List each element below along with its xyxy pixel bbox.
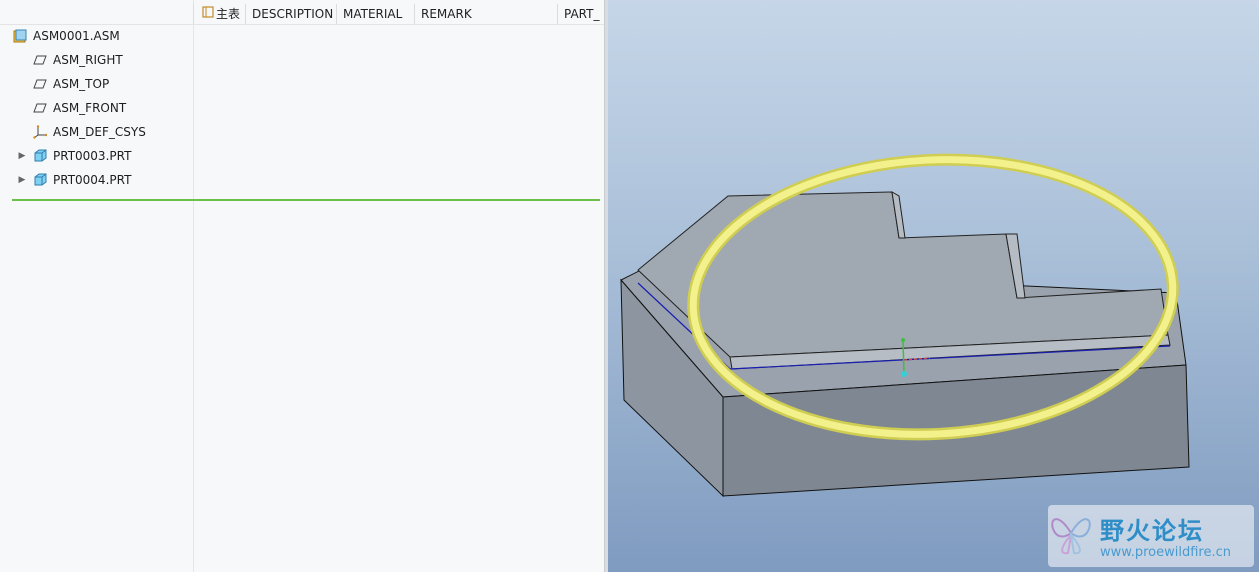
column-header-tree[interactable]: 主表 bbox=[193, 4, 245, 25]
tree-item-asm0001[interactable]: ASM0001.ASM bbox=[12, 24, 120, 48]
tree-item-asm-top[interactable]: ASM_TOP bbox=[32, 72, 109, 96]
tree-item-label: ASM_DEF_CSYS bbox=[53, 125, 146, 139]
butterfly-logo-icon bbox=[1051, 518, 1091, 555]
column-header-part[interactable]: PART_ bbox=[557, 4, 604, 25]
tree-item-prt0003[interactable]: ▶ PRT0003.PRT bbox=[16, 144, 132, 168]
tree-item-label: ASM_TOP bbox=[53, 77, 110, 91]
tree-item-label: PRT0004.PRT bbox=[53, 173, 132, 187]
tree-item-asm-right[interactable]: ASM_RIGHT bbox=[32, 48, 123, 72]
part-icon bbox=[32, 172, 48, 188]
assembly-icon bbox=[12, 28, 28, 44]
tree-item-label: ASM0001.ASM bbox=[33, 29, 120, 43]
top-plate-part[interactable] bbox=[637, 191, 1171, 370]
watermark: 野火论坛 www.proewildfire.cn bbox=[1048, 505, 1254, 567]
tree-column-header: 主表 DESCRIPTION MATERIAL REMARK PART_ bbox=[0, 4, 604, 25]
coordinate-system-icon bbox=[32, 124, 48, 140]
column-header-label: 主表 bbox=[216, 7, 241, 21]
model-scene bbox=[620, 153, 1190, 498]
datum-plane-icon bbox=[32, 52, 48, 68]
watermark-title: 野火论坛 bbox=[1100, 517, 1204, 545]
column-header-material[interactable]: MATERIAL bbox=[336, 4, 414, 25]
tree-item-label: PRT0003.PRT bbox=[53, 149, 132, 163]
graphics-viewport[interactable]: 野火论坛 www.proewildfire.cn bbox=[608, 0, 1259, 572]
tree-item-asm-def-csys[interactable]: ASM_DEF_CSYS bbox=[32, 120, 146, 144]
watermark-url: www.proewildfire.cn bbox=[1100, 545, 1231, 560]
model-tree-panel: 主表 DESCRIPTION MATERIAL REMARK PART_ ASM… bbox=[0, 0, 604, 572]
tree-item-prt0004[interactable]: ▶ PRT0004.PRT bbox=[16, 168, 132, 192]
insert-here-marker[interactable] bbox=[12, 199, 600, 201]
part-icon bbox=[32, 148, 48, 164]
tree-item-label: ASM_RIGHT bbox=[53, 53, 123, 67]
datum-plane-icon bbox=[32, 76, 48, 92]
tree-item-asm-front[interactable]: ASM_FRONT bbox=[32, 96, 126, 120]
tree-item-label: ASM_FRONT bbox=[53, 101, 127, 115]
tree-column-icon bbox=[202, 4, 214, 25]
datum-plane-icon bbox=[32, 100, 48, 116]
expand-arrow-icon[interactable]: ▶ bbox=[16, 144, 28, 168]
column-header-description[interactable]: DESCRIPTION bbox=[245, 4, 336, 25]
column-divider bbox=[193, 0, 194, 572]
expand-arrow-icon[interactable]: ▶ bbox=[16, 168, 28, 192]
column-header-remark[interactable]: REMARK bbox=[414, 4, 557, 25]
